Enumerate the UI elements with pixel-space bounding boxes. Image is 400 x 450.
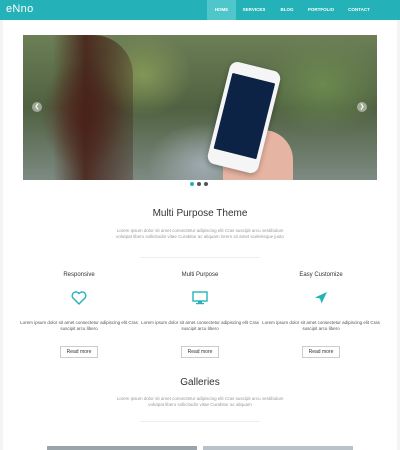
hero-slider[interactable]: ❮ ❯ <box>23 35 377 180</box>
slider-dot-1[interactable] <box>190 182 194 186</box>
read-more-button[interactable]: Read more <box>301 346 341 358</box>
galleries-text: Lorem ipsum dolor sit amet consectetur a… <box>116 396 284 407</box>
feature-title: Easy Customize <box>299 272 343 278</box>
nav-services[interactable]: SERVICES <box>236 0 272 20</box>
feature-text: Lorem ipsum dolor sit amet consectetur a… <box>141 320 259 331</box>
chevron-right-icon[interactable]: ❯ <box>357 102 367 112</box>
site-logo[interactable]: eNno <box>6 3 34 15</box>
read-more-button[interactable]: Read more <box>180 346 220 358</box>
gallery-image-2[interactable] <box>203 446 353 450</box>
feature-text: Lorem ipsum dolor sit amet consectetur a… <box>20 320 138 331</box>
feature-multi-purpose: Multi Purpose Lorem ipsum dolor sit amet… <box>140 272 260 358</box>
slider-dot-3[interactable] <box>204 182 208 186</box>
read-more-button[interactable]: Read more <box>59 346 99 358</box>
nav-contact[interactable]: CONTACT <box>340 0 378 20</box>
nav-home[interactable]: HOME <box>207 0 236 20</box>
monitor-icon <box>192 291 208 305</box>
chevron-left-icon[interactable]: ❮ <box>32 102 42 112</box>
intro-title: Multi Purpose Theme <box>152 208 248 219</box>
gallery-image-1[interactable] <box>47 446 197 450</box>
feature-text: Lorem ipsum dolor sit amet consectetur a… <box>262 320 380 331</box>
nav-portfolio[interactable]: PORTFOLIO <box>302 0 340 20</box>
galleries-title: Galleries <box>180 377 220 388</box>
feature-title: Responsive <box>63 272 95 278</box>
heart-icon <box>71 291 87 305</box>
nav-blog[interactable]: BLOG <box>272 0 302 20</box>
feature-responsive: Responsive Lorem ipsum dolor sit amet co… <box>19 272 139 358</box>
slider-dot-2[interactable] <box>197 182 201 186</box>
top-navbar: eNno HOME SERVICES BLOG PORTFOLIO CONTAC… <box>0 0 400 20</box>
hero-image-hair <box>53 35 133 180</box>
feature-title: Multi Purpose <box>181 272 219 278</box>
galleries-divider <box>140 421 260 422</box>
paper-plane-icon <box>315 292 327 304</box>
intro-text: Lorem ipsum dolor sit amet consectetur a… <box>116 228 284 239</box>
intro-divider <box>140 257 260 258</box>
feature-easy-customize: Easy Customize Lorem ipsum dolor sit ame… <box>261 272 381 358</box>
